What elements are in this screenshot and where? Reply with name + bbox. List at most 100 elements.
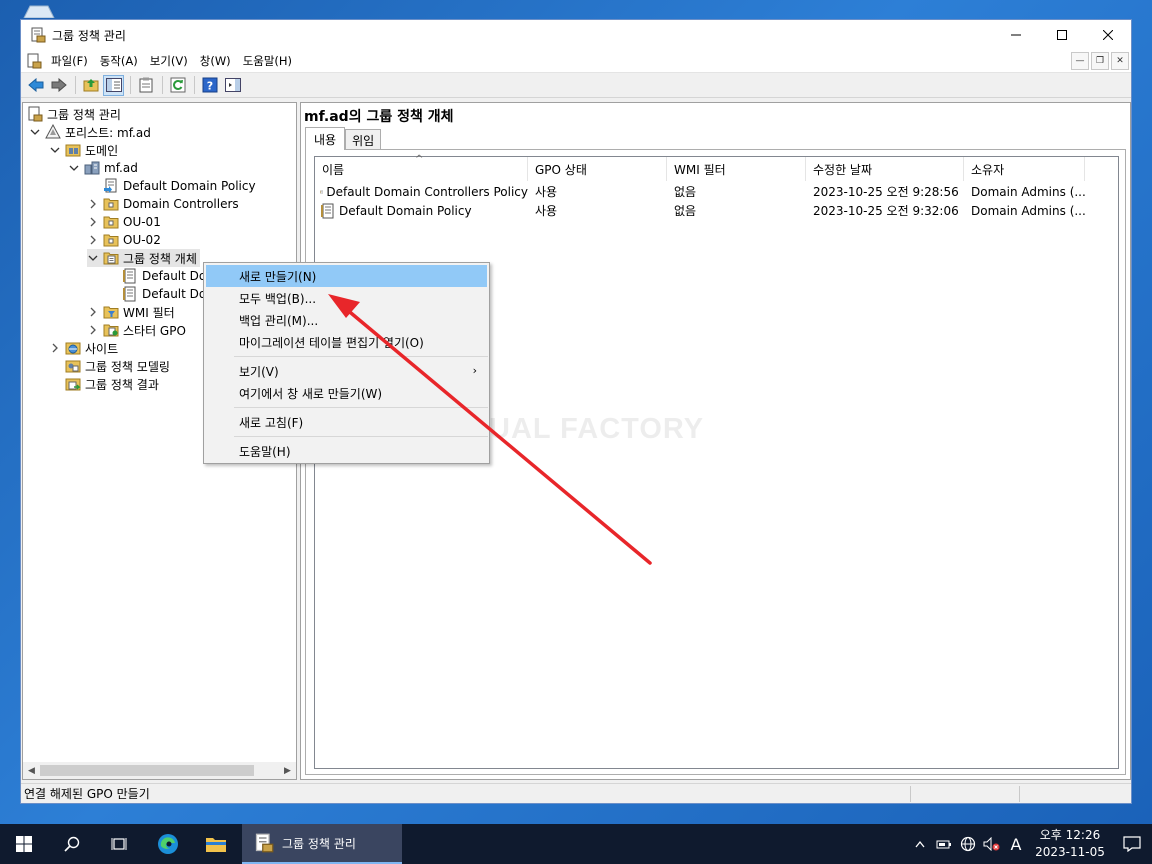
chevron-down-icon[interactable] (68, 162, 80, 174)
start-button[interactable] (0, 824, 48, 864)
menu-window[interactable]: 창(W) (194, 53, 237, 69)
ime-indicator[interactable]: A (1004, 824, 1028, 864)
chevron-down-icon[interactable] (29, 126, 41, 138)
action-pane-button[interactable] (222, 75, 243, 96)
tree-item-domain-controllers[interactable]: Domain Controllers (87, 195, 239, 213)
pane-title: mf.ad의 그룹 정책 개체 (304, 109, 454, 125)
taskbar-app-label: 그룹 정책 관리 (282, 836, 356, 851)
column-header-wmi[interactable]: WMI 필터 (667, 157, 806, 181)
column-header-owner[interactable]: 소유자 (964, 157, 1085, 181)
action-pane-icon (224, 78, 241, 92)
table-row[interactable]: Default Domain Policy 사용 없음 2023-10-25 오… (315, 201, 1085, 220)
file-explorer-button[interactable] (192, 824, 240, 864)
chevron-right-icon[interactable] (87, 324, 99, 336)
minimize-icon (1011, 34, 1021, 36)
minimize-button[interactable] (993, 20, 1039, 50)
tree-item-gpo-container[interactable]: 그룹 정책 개체 (87, 249, 200, 267)
menu-view[interactable]: 보기(V) (144, 53, 194, 69)
menu-item-view[interactable]: 보기(V) › (206, 360, 487, 382)
chevron-right-icon[interactable] (87, 198, 99, 210)
mdi-restore-button[interactable]: ❐ (1091, 52, 1109, 70)
chevron-up-icon[interactable] (908, 824, 932, 864)
tree-item-domains[interactable]: 도메인 (49, 141, 118, 159)
row-modified: 2023-10-25 오전 9:28:56 (813, 185, 959, 199)
menu-item-new-window[interactable]: 여기에서 창 새로 만들기(W) (206, 382, 487, 404)
maximize-icon (1057, 30, 1067, 40)
column-header-name[interactable]: ^ 이름 (315, 154, 528, 181)
menu-item-help[interactable]: 도움말(H) (206, 440, 487, 462)
back-button[interactable] (25, 75, 46, 96)
edge-button[interactable] (144, 824, 192, 864)
scroll-right-icon[interactable]: ▶ (279, 762, 296, 779)
taskbar-app-gpm[interactable]: 그룹 정책 관리 (242, 824, 402, 864)
help-button[interactable]: ? (199, 75, 220, 96)
help-icon: ? (202, 77, 217, 93)
chevron-right-icon[interactable] (49, 342, 61, 354)
menu-action[interactable]: 동작(A) (94, 53, 144, 69)
chevron-right-icon[interactable] (87, 306, 99, 318)
menu-help[interactable]: 도움말(H) (237, 53, 298, 69)
title-bar[interactable]: 그룹 정책 관리 (21, 20, 1131, 50)
scroll-left-icon[interactable]: ◀ (23, 762, 40, 779)
column-header-modified[interactable]: 수정한 날짜 (806, 157, 964, 181)
tree-item-forest[interactable]: 포리스트: mf.ad (29, 123, 151, 141)
edge-browser-icon (158, 834, 178, 854)
show-tree-button[interactable] (103, 74, 124, 96)
close-button[interactable] (1085, 20, 1131, 50)
tree-item-modeling[interactable]: 그룹 정책 모델링 (49, 357, 170, 375)
scroll-thumb[interactable] (40, 765, 254, 776)
chevron-down-icon[interactable] (49, 144, 61, 156)
tree-item-gpm-root[interactable]: 그룹 정책 관리 (27, 105, 121, 123)
tab-delegation[interactable]: 위임 (345, 129, 382, 150)
tree-label: 스타터 GPO (123, 323, 186, 338)
tree-item-ou-02[interactable]: OU-02 (87, 231, 161, 249)
notification-button[interactable] (1112, 824, 1152, 864)
tree-horizontal-scrollbar[interactable]: ◀ ▶ (23, 762, 296, 779)
modeling-icon (65, 360, 81, 373)
status-bar: 연결 해제된 GPO 만들기 (21, 783, 1131, 803)
forward-button[interactable] (48, 75, 69, 96)
mdi-minimize-button[interactable]: — (1071, 52, 1089, 70)
tree-item-results[interactable]: 그룹 정책 결과 (49, 375, 159, 393)
menu-item-backup-all[interactable]: 모두 백업(B)... (206, 287, 487, 309)
refresh-icon (170, 77, 185, 93)
clock[interactable]: 오후 12:26 2023-11-05 (1034, 827, 1106, 861)
column-header-status[interactable]: GPO 상태 (528, 157, 667, 181)
chevron-down-icon[interactable] (87, 252, 99, 264)
submenu-arrow-icon: › (472, 364, 477, 377)
tree-item-sites[interactable]: 사이트 (49, 339, 118, 357)
tree-item-domain-mfad[interactable]: mf.ad (68, 159, 138, 177)
search-button[interactable] (48, 824, 96, 864)
tree-item-starter-gpo[interactable]: 스타터 GPO (87, 321, 186, 339)
menu-app-icon[interactable] (26, 53, 42, 69)
up-level-button[interactable] (80, 75, 101, 96)
windows-logo-icon (16, 836, 32, 852)
tree-item-gpo-2[interactable]: Default Dor (106, 285, 211, 303)
tree-item-wmi-filters[interactable]: WMI 필터 (87, 303, 175, 321)
menu-item-manage-backups[interactable]: 백업 관리(M)... (206, 309, 487, 331)
menu-item-migration-table[interactable]: 마이그레이션 테이블 편집기 열기(O) (206, 331, 487, 353)
menu-file[interactable]: 파일(F) (45, 53, 94, 69)
menu-item-refresh[interactable]: 새로 고침(F) (206, 411, 487, 433)
menu-bar: 파일(F) 동작(A) 보기(V) 창(W) 도움말(H) — ❐ ✕ (21, 50, 1131, 73)
refresh-button[interactable] (167, 75, 188, 96)
tab-contents[interactable]: 내용 (305, 127, 346, 150)
mdi-close-button[interactable]: ✕ (1111, 52, 1129, 70)
maximize-button[interactable] (1039, 20, 1085, 50)
network-globe-icon[interactable] (956, 824, 980, 864)
chevron-right-icon[interactable] (87, 234, 99, 246)
back-arrow-icon (27, 78, 43, 92)
tree-item-default-domain-policy-link[interactable]: Default Domain Policy (87, 177, 256, 195)
task-view-button[interactable] (96, 824, 144, 864)
tree-item-ou-01[interactable]: OU-01 (87, 213, 161, 231)
row-status: 사용 (535, 185, 558, 199)
tree-item-gpo-1[interactable]: Default Dor (106, 267, 211, 285)
power-icon[interactable] (932, 824, 956, 864)
sort-ascending-icon: ^ (415, 154, 424, 165)
volume-muted-icon[interactable] (980, 824, 1004, 864)
properties-button[interactable] (135, 75, 156, 96)
menu-item-new[interactable]: 새로 만들기(N) (206, 265, 487, 287)
chevron-right-icon[interactable] (87, 216, 99, 228)
tree-label: 그룹 정책 관리 (47, 107, 121, 122)
table-row[interactable]: Default Domain Controllers Policy 사용 없음 … (315, 182, 1085, 201)
